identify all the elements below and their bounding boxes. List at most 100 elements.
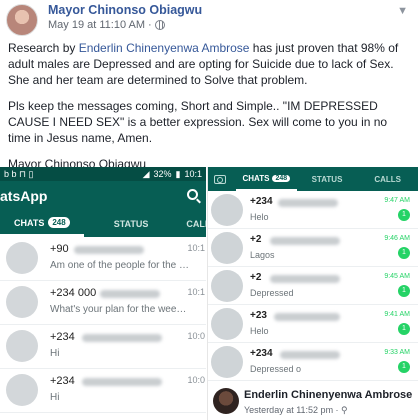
notification-icons: b b ⊓ ▯ <box>4 168 34 179</box>
redaction-blur <box>82 378 162 386</box>
chat-preview: Depressed o <box>250 364 302 374</box>
chat-time: 9:47 AM <box>384 197 410 204</box>
chat-name: +234 000 <box>50 287 97 299</box>
author-avatar[interactable] <box>6 4 38 36</box>
status-time: 10:1 <box>184 169 202 179</box>
redaction-blur <box>278 199 338 207</box>
chat-preview: What's your plan for the weekend <box>50 304 190 315</box>
commenter-name[interactable]: Enderlin Chinenyenwa Ambrose <box>244 389 412 401</box>
tab-label: CHATS <box>242 173 270 183</box>
chat-time: 10:0 <box>187 331 205 341</box>
battery-icon: ▮ <box>175 168 181 179</box>
chat-preview: Helo <box>250 212 269 222</box>
tab-label: CHATS <box>14 217 45 228</box>
post-paragraph-2: Pls keep the messages coming, Short and … <box>8 99 388 145</box>
chat-row[interactable]: +90 Am one of the people for the sexual … <box>0 237 206 281</box>
chat-row[interactable]: +234 Helo 9:47 AM 1 <box>208 191 418 229</box>
post-author[interactable]: Mayor Chinonso Obiagwu <box>48 3 202 17</box>
facebook-post: Mayor Chinonso Obiagwu May 19 at 11:10 A… <box>0 0 418 171</box>
tab-status[interactable]: STATUS <box>297 167 358 191</box>
tab-calls[interactable]: CALLS <box>357 167 418 191</box>
tab-label: CALLS <box>374 174 402 184</box>
signal-icon: ◢ <box>142 168 150 179</box>
post-body: Research by Enderlin Chinenyenwa Ambrose… <box>8 40 412 182</box>
redaction-blur <box>270 275 340 283</box>
chat-time: 10:0 <box>187 375 205 385</box>
chat-name: +90 <box>50 243 69 255</box>
tab-status[interactable]: STATUS <box>84 211 163 237</box>
chat-time: 9:46 AM <box>384 235 410 242</box>
tab-label: CALLS <box>186 219 206 229</box>
redaction-blur <box>100 290 160 298</box>
post-paragraph-1: Research by Enderlin Chinenyenwa Ambrose… <box>8 40 412 88</box>
chat-row[interactable]: +23 Helo 9:41 AM 1 <box>208 305 418 343</box>
redaction-blur <box>280 351 340 359</box>
chat-name: +2 <box>250 272 262 283</box>
tab-label: STATUS <box>311 174 343 184</box>
avatar[interactable] <box>6 286 38 318</box>
battery-level: 32% <box>153 169 172 179</box>
chat-row[interactable]: +234 Hi 10:0 <box>0 325 206 369</box>
chat-time: 9:41 AM <box>384 311 410 318</box>
tagged-user-link[interactable]: Enderlin Chinenyenwa Ambrose <box>79 41 250 55</box>
chat-preview: Am one of the people for the sexual depr… <box>50 260 190 271</box>
chat-time: 9:45 AM <box>384 273 410 280</box>
unread-badge: 1 <box>398 247 410 259</box>
avatar[interactable] <box>6 242 38 274</box>
tab-calls[interactable]: CALLS <box>162 211 206 237</box>
chat-name: +234 <box>250 348 273 359</box>
unread-badge: 1 <box>398 209 410 221</box>
tab-chats[interactable]: CHATS 248 <box>0 211 84 237</box>
redaction-blur <box>82 334 162 342</box>
globe-icon <box>154 20 165 30</box>
avatar[interactable] <box>6 330 38 362</box>
status-bar: b b ⊓ ▯ ◢ 32% ▮ 10:1 <box>0 167 206 181</box>
whatsapp-screenshot-right: CHATS 248 STATUS CALLS +234 Helo 9:47 AM… <box>207 167 418 385</box>
redaction-blur <box>74 246 144 254</box>
commenter-avatar[interactable] <box>213 388 239 414</box>
meta-separator: · <box>148 19 152 31</box>
avatar[interactable] <box>211 346 243 378</box>
chat-time: 10:1 <box>187 243 205 253</box>
avatar[interactable] <box>6 374 38 406</box>
chat-preview: Depressed <box>250 288 294 298</box>
chat-row[interactable]: +2 Depressed 9:45 AM 1 <box>208 267 418 305</box>
chat-name: +234 <box>50 375 75 387</box>
chevron-down-icon[interactable]: ▼ <box>397 5 408 17</box>
chat-name: +234 <box>50 331 75 343</box>
post-timestamp[interactable]: May 19 at 11:10 AM <box>48 19 145 31</box>
chat-preview: Hi <box>50 348 60 359</box>
avatar[interactable] <box>211 232 243 264</box>
camera-icon[interactable] <box>214 174 226 184</box>
whatsapp-screenshot-left: b b ⊓ ▯ ◢ 32% ▮ 10:1 atsApp CHATS 248 ST… <box>0 167 206 420</box>
unread-count-badge: 248 <box>272 174 291 182</box>
tab-bar: CHATS 248 STATUS CALLS <box>208 167 418 191</box>
tab-label: STATUS <box>113 219 149 229</box>
chat-row[interactable]: +2 Lagos 9:46 AM 1 <box>208 229 418 267</box>
post-meta: May 19 at 11:10 AM · <box>48 19 165 31</box>
chat-row[interactable]: +234 000 What's your plan for the weeken… <box>0 281 206 325</box>
chat-row[interactable]: +234 Hi 10:0 <box>0 369 206 413</box>
unread-badge: 1 <box>398 323 410 335</box>
chat-name: +23 <box>250 310 267 321</box>
chat-time: 10:1 <box>187 287 205 297</box>
chat-row[interactable]: +234 Depressed o 9:33 AM 1 <box>208 343 418 381</box>
chat-name: +2 <box>250 234 262 245</box>
avatar[interactable] <box>211 194 243 226</box>
app-header: atsApp <box>0 181 206 211</box>
redaction-blur <box>274 313 340 321</box>
avatar[interactable] <box>211 270 243 302</box>
chat-name: +234 <box>250 196 273 207</box>
unread-count-badge: 248 <box>48 217 70 228</box>
paragraph-text: Research by <box>8 41 79 55</box>
chat-preview: Hi <box>50 392 60 403</box>
chat-time: 9:33 AM <box>384 349 410 356</box>
redaction-blur <box>270 237 340 245</box>
unread-badge: 1 <box>398 361 410 373</box>
tab-chats[interactable]: CHATS 248 <box>236 167 297 191</box>
search-icon[interactable] <box>187 189 198 200</box>
comment: Enderlin Chinenyenwa Ambrose Yesterday a… <box>207 385 418 420</box>
app-title: atsApp <box>0 188 48 204</box>
avatar[interactable] <box>211 308 243 340</box>
comment-meta: Yesterday at 11:52 pm · ⚲ <box>244 405 348 415</box>
